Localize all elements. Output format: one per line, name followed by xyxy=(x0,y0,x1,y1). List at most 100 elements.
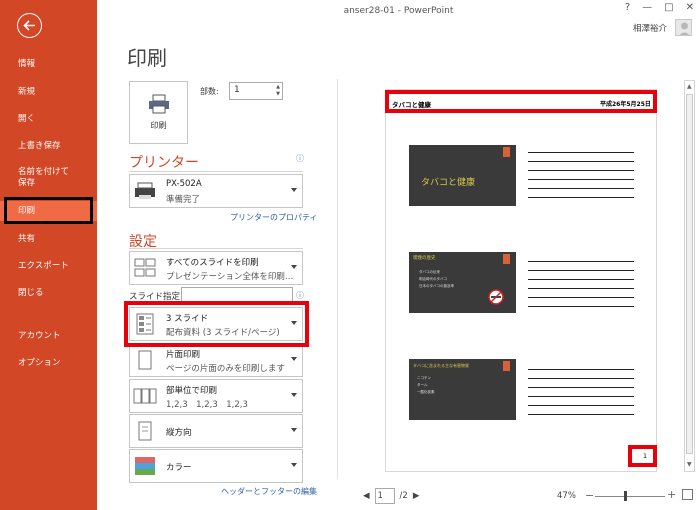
slide-thumbnail: 喫煙の歴史 タバコの伝来 明治時代のタバコ 日本のタバコの普及率 xyxy=(409,252,516,313)
collate-description: 1,2,3 1,2,3 1,2,3 xyxy=(166,400,248,410)
info-icon[interactable]: ⓘ xyxy=(296,153,304,164)
orientation-label: 縦方向 xyxy=(166,428,192,438)
nav-item-save[interactable]: 上書き保存 xyxy=(0,141,97,152)
maximize-button[interactable]: □ xyxy=(664,2,673,13)
zoom-slider-handle[interactable] xyxy=(624,491,627,501)
print-button-label: 印刷 xyxy=(150,121,167,130)
printer-section-title: プリンター xyxy=(129,155,199,171)
window-controls: ? — □ ✕ xyxy=(625,2,694,13)
slide-title: タバコと健康 xyxy=(421,178,476,188)
slide-accent xyxy=(503,254,510,264)
printer-select[interactable]: PX-502A 準備完了 xyxy=(129,174,303,208)
page-navigator: ◀ 1 /2 ▶ xyxy=(363,488,419,504)
copies-value: 1 xyxy=(234,85,240,95)
color-label: カラー xyxy=(166,463,192,473)
nav-item-info[interactable]: 情報 xyxy=(0,59,97,70)
slide-bullets: ニコチン タール 一酸化炭素 xyxy=(417,375,435,396)
scroll-thumb[interactable] xyxy=(686,94,693,454)
slides-input[interactable] xyxy=(181,287,293,302)
scroll-up-icon[interactable]: ▲ xyxy=(687,83,692,90)
print-range-description: プレゼンテーション全体を印刷… xyxy=(166,272,294,282)
section-divider xyxy=(129,248,303,249)
copies-input[interactable]: 1 ▲ ▼ xyxy=(229,82,283,100)
page-total: /2 xyxy=(399,491,408,501)
back-arrow-icon[interactable] xyxy=(17,13,42,38)
sides-select[interactable]: 片面印刷 ページの片面のみを印刷します xyxy=(129,343,303,377)
collate-select[interactable]: 部単位で印刷 1,2,3 1,2,3 1,2,3 xyxy=(129,379,303,413)
printer-icon xyxy=(148,94,169,114)
orientation-select[interactable]: 縦方向 xyxy=(129,414,303,448)
collate-label: 部単位で印刷 xyxy=(166,386,218,396)
window-title: anser28-01 - PowerPoint xyxy=(343,6,454,16)
nav-item-options[interactable]: オプション xyxy=(0,358,97,369)
preview-header-left: タバコと健康 xyxy=(392,101,431,109)
slide-accent xyxy=(503,147,510,157)
sides-description: ページの片面のみを印刷します xyxy=(166,364,285,374)
nav-item-print[interactable]: 印刷 xyxy=(0,201,97,221)
nav-item-open[interactable]: 開く xyxy=(0,114,97,125)
preview-header-right: 平成26年5月25日 xyxy=(600,101,651,108)
layout-select[interactable]: 3 スライド 配布資料 (3 スライド/ページ) xyxy=(129,307,303,341)
scroll-down-icon[interactable]: ▼ xyxy=(687,461,692,468)
layout-description: 配布資料 (3 スライド/ページ) xyxy=(166,328,280,338)
close-button[interactable]: ✕ xyxy=(686,2,694,13)
printer-status: 準備完了 xyxy=(166,195,201,205)
chevron-down-icon xyxy=(291,321,297,325)
zoom-out-icon[interactable]: − xyxy=(585,489,594,502)
zoom-level[interactable]: 47% xyxy=(557,491,576,501)
note-lines xyxy=(528,369,634,423)
color-icon xyxy=(133,454,157,478)
info-icon[interactable]: ⓘ xyxy=(296,290,304,301)
printer-icon xyxy=(133,179,157,203)
chevron-down-icon xyxy=(291,393,297,397)
slide-accent xyxy=(503,361,510,371)
printer-properties-link[interactable]: プリンターのプロパティ xyxy=(230,212,318,223)
fit-to-window-icon[interactable] xyxy=(682,489,693,500)
portrait-icon xyxy=(133,419,157,443)
slides-label: スライド指定: xyxy=(129,292,183,302)
slide-bullet: タバコの伝来 xyxy=(419,270,440,274)
avatar[interactable] xyxy=(675,19,692,36)
slides-icon xyxy=(133,256,157,280)
handout-icon xyxy=(133,312,157,336)
title-bar: anser28-01 - PowerPoint ? — □ ✕ 相澤裕介 xyxy=(97,0,700,40)
minimize-button[interactable]: — xyxy=(642,2,652,13)
next-page-icon[interactable]: ▶ xyxy=(413,491,420,501)
zoom-in-icon[interactable]: + xyxy=(667,488,676,501)
nav-item-new[interactable]: 新規 xyxy=(0,87,97,98)
print-range-select[interactable]: すべてのスライドを印刷 プレゼンテーション全体を印刷… xyxy=(129,251,303,285)
nav-item-account[interactable]: アカウント xyxy=(0,331,97,342)
copies-spinner[interactable]: ▲ ▼ xyxy=(276,84,280,98)
previous-page-icon[interactable]: ◀ xyxy=(363,491,370,501)
print-button[interactable]: 印刷 xyxy=(129,81,188,144)
nav-item-close[interactable]: 閉じる xyxy=(0,288,97,299)
backstage-nav: 情報 新規 開く 上書き保存 名前を付けて保存 印刷 共有 エクスポート 閉じる… xyxy=(0,0,97,510)
slide-thumbnail: タバコに含まれる主な有害物質 ニコチン タール 一酸化炭素 xyxy=(409,359,516,420)
preview-divider xyxy=(337,79,338,479)
help-button[interactable]: ? xyxy=(625,2,630,13)
note-lines xyxy=(528,261,634,315)
slide-bullet: 明治時代のタバコ xyxy=(419,277,447,281)
preview-scrollbar[interactable]: ▲ ▼ xyxy=(684,80,695,472)
slide-bullet: タール xyxy=(417,383,428,387)
print-range-label: すべてのスライドを印刷 xyxy=(166,258,259,268)
collate-icon xyxy=(133,384,157,408)
preview-page-number: 1 xyxy=(643,453,647,460)
slide-thumbnail: タバコと健康 xyxy=(409,145,516,206)
nav-item-export[interactable]: エクスポート xyxy=(0,261,97,272)
chevron-down-icon xyxy=(291,188,297,192)
nav-item-share[interactable]: 共有 xyxy=(0,234,97,245)
page-number-input[interactable]: 1 xyxy=(374,488,395,504)
color-select[interactable]: カラー xyxy=(129,449,303,483)
chevron-down-icon xyxy=(291,428,297,432)
sides-label: 片面印刷 xyxy=(166,350,201,360)
no-smoking-icon xyxy=(488,289,504,308)
slide-bullet: 一酸化炭素 xyxy=(417,390,435,394)
header-footer-link[interactable]: ヘッダーとフッターの編集 xyxy=(221,486,317,497)
slide-bullet: ニコチン xyxy=(417,376,431,380)
slide-bullet: 日本のタバコの普及率 xyxy=(419,284,454,288)
user-name[interactable]: 相澤裕介 xyxy=(633,22,667,34)
nav-item-save-as[interactable]: 名前を付けて保存 xyxy=(0,167,70,189)
zoom-slider[interactable] xyxy=(595,496,665,497)
slide-title: タバコに含まれる主な有害物質 xyxy=(413,363,469,368)
